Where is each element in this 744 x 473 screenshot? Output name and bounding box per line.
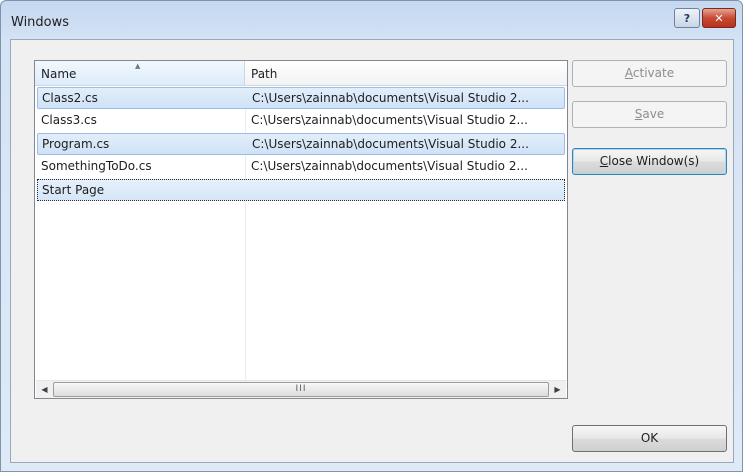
list-item-path: C:\Users\zainnab\documents\Visual Studio…	[251, 159, 528, 173]
dialog-window: Windows ? ✕ ▲ Name Path Class2.cs C:\Use…	[0, 0, 743, 472]
activate-label-rest: ctivate	[632, 66, 675, 80]
windows-list[interactable]: ▲ Name Path Class2.cs C:\Users\zainnab\d…	[34, 60, 568, 399]
list-item[interactable]: SomethingToDo.cs C:\Users\zainnab\docume…	[37, 156, 565, 178]
scroll-left-icon[interactable]: ◀	[36, 381, 53, 398]
list-item[interactable]: Start Page	[37, 179, 565, 201]
column-header-name[interactable]: ▲ Name	[35, 61, 245, 85]
close-windows-button[interactable]: Close Window(s)	[572, 148, 727, 175]
window-title: Windows	[11, 15, 70, 30]
save-label-rest: ave	[642, 107, 665, 121]
close-windows-access-key: C	[599, 154, 609, 168]
help-icon: ?	[683, 11, 691, 25]
close-windows-label-rest: lose Window(s)	[608, 154, 700, 168]
dialog-client-area: ▲ Name Path Class2.cs C:\Users\zainnab\d…	[10, 39, 734, 463]
help-button[interactable]: ?	[674, 8, 700, 28]
list-item-name: Class3.cs	[41, 113, 97, 127]
list-item-name: Program.cs	[42, 137, 110, 151]
scrollbar-thumb[interactable]: III	[53, 382, 549, 397]
list-item[interactable]: Class2.cs C:\Users\zainnab\documents\Vis…	[37, 87, 565, 109]
list-item-path: C:\Users\zainnab\documents\Visual Studio…	[252, 137, 529, 151]
grip-icon: III	[295, 384, 307, 394]
scroll-right-icon[interactable]: ▶	[549, 381, 566, 398]
list-item-path: C:\Users\zainnab\documents\Visual Studio…	[252, 91, 529, 105]
activate-access-key: A	[624, 66, 633, 80]
list-item-name: Start Page	[42, 183, 105, 197]
list-item-name: Class2.cs	[42, 91, 98, 105]
list-item-path: C:\Users\zainnab\documents\Visual Studio…	[251, 113, 528, 127]
save-button[interactable]: Save	[572, 101, 727, 128]
list-item[interactable]: Program.cs C:\Users\zainnab\documents\Vi…	[37, 133, 565, 155]
close-button[interactable]: ✕	[702, 8, 736, 28]
list-item-path	[252, 180, 562, 200]
list-header: ▲ Name Path	[35, 61, 567, 86]
column-header-name-label: Name	[41, 67, 77, 81]
list-item-name: SomethingToDo.cs	[41, 159, 152, 173]
ok-button[interactable]: OK	[572, 425, 727, 452]
horizontal-scrollbar[interactable]: ◀ III ▶	[36, 380, 566, 398]
close-icon: ✕	[714, 11, 724, 25]
activate-button[interactable]: Activate	[572, 60, 727, 87]
column-header-path[interactable]: Path	[245, 61, 567, 85]
column-header-path-label: Path	[251, 67, 278, 81]
sort-ascending-icon: ▲	[135, 62, 141, 70]
list-item[interactable]: Class3.cs C:\Users\zainnab\documents\Vis…	[37, 110, 565, 132]
